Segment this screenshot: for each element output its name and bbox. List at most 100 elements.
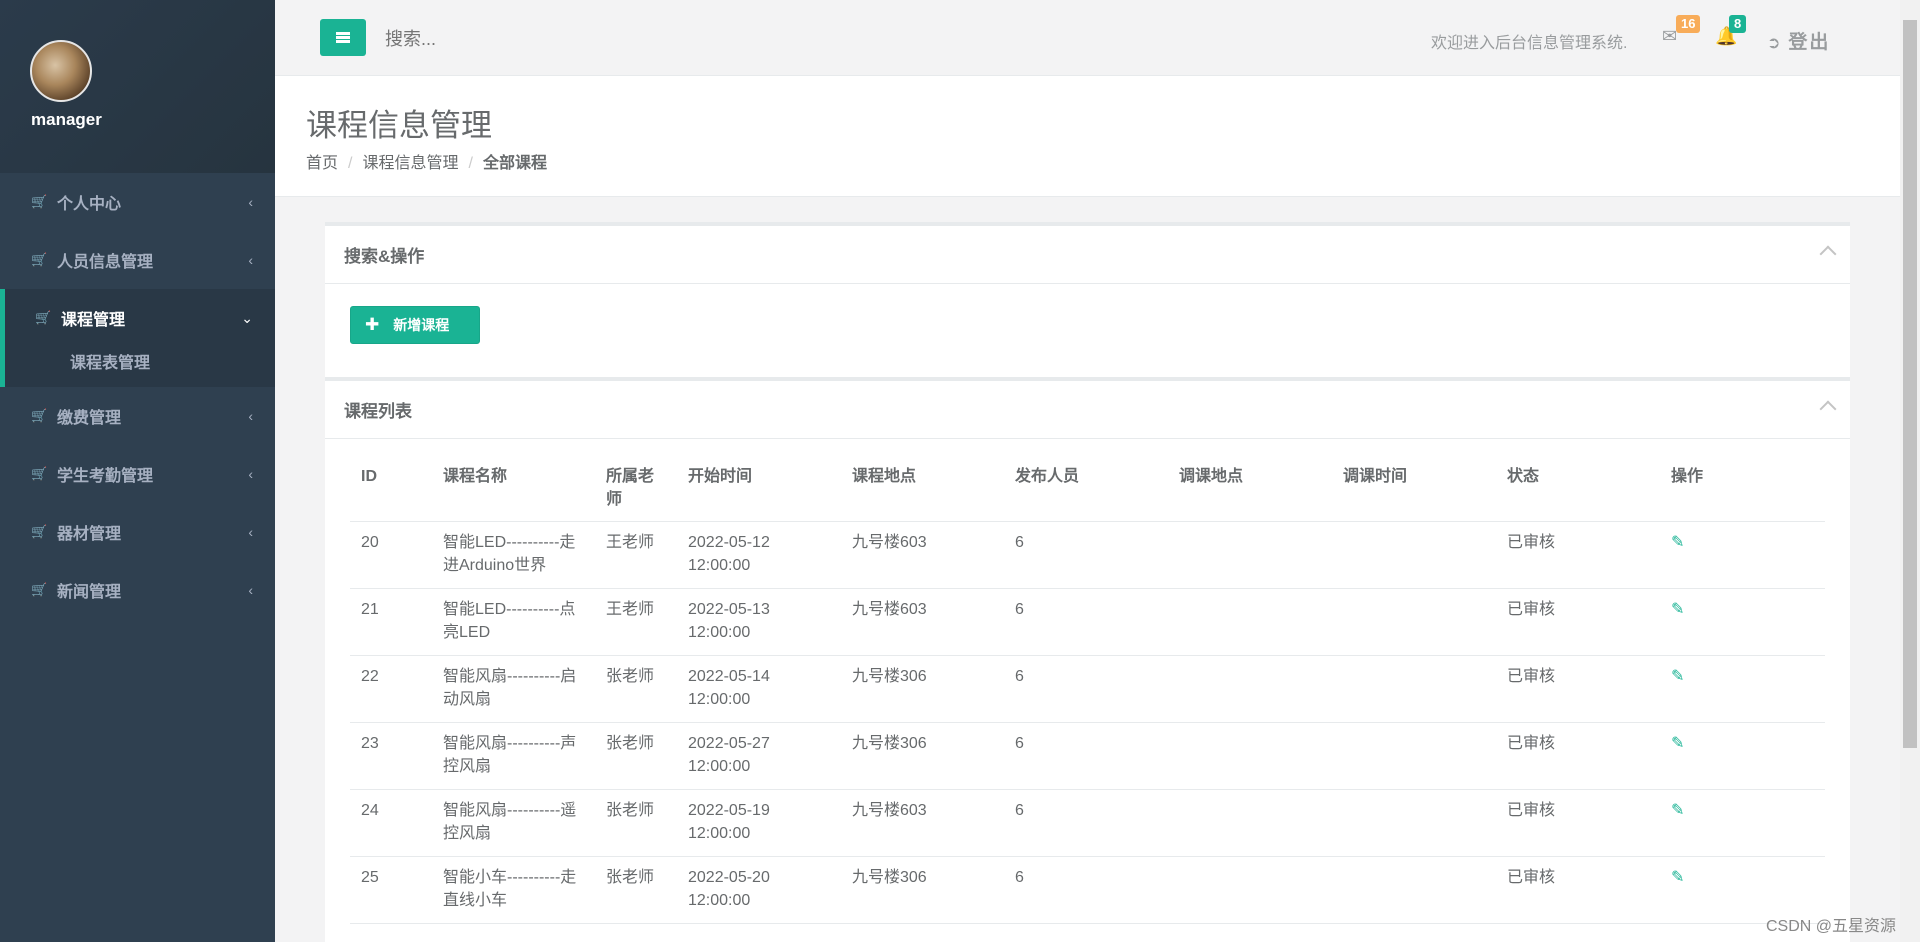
messages-button[interactable]: ✉ 16 xyxy=(1662,15,1701,47)
edit-icon[interactable]: ✎ xyxy=(1671,869,1684,886)
course-list-panel: 课程列表 ID 课程名称 所属老师 开始时间 课程地点 发布人员 调课地点 调课… xyxy=(325,377,1850,942)
sidebar-item-equipment[interactable]: 🛒 器材管理 ‹ xyxy=(0,503,275,561)
cell-new-time xyxy=(1332,521,1496,589)
column-header: 课程地点 xyxy=(841,453,1004,522)
course-list-title: 课程列表 xyxy=(344,402,412,421)
cell-publisher: 6 xyxy=(1004,856,1168,924)
nav-group-attendance: 🛒 学生考勤管理 ‹ xyxy=(0,445,275,503)
cell-start-time: 2022-05-20 12:00:00 xyxy=(677,856,841,924)
cell-id: 25 xyxy=(350,856,432,924)
avatar[interactable] xyxy=(30,40,92,102)
plus-icon: ✚ xyxy=(365,315,380,334)
add-course-button[interactable]: ✚ 新增课程 xyxy=(350,306,480,344)
column-header: 发布人员 xyxy=(1004,453,1168,522)
column-header: 开始时间 xyxy=(677,453,841,522)
sidebar-item-personal-center[interactable]: 🛒 个人中心 ‹ xyxy=(0,173,275,231)
sidebar-item-course[interactable]: 🛒 课程管理 ⌄ xyxy=(5,289,275,347)
cart-icon: 🛒 xyxy=(31,252,48,267)
breadcrumb-home[interactable]: 首页 xyxy=(306,155,338,172)
sidebar-item-news[interactable]: 🛒 新闻管理 ‹ xyxy=(0,561,275,619)
chevron-left-icon: ‹ xyxy=(248,524,253,540)
cell-status: 已审核 xyxy=(1496,521,1660,589)
search-input[interactable] xyxy=(385,22,785,56)
edit-icon[interactable]: ✎ xyxy=(1671,534,1684,551)
page-title: 课程信息管理 xyxy=(306,108,492,143)
sidebar-item-staff[interactable]: 🛒 人员信息管理 ‹ xyxy=(0,231,275,289)
cell-place: 九号楼603 xyxy=(841,588,1004,656)
breadcrumb-course-management[interactable]: 课程信息管理 xyxy=(362,155,458,172)
scrollbar-thumb[interactable] xyxy=(1903,20,1917,748)
table-row: 23 智能风扇----------声控风扇 张老师 2022-05-27 12:… xyxy=(350,722,1825,790)
messages-badge: 16 xyxy=(1676,15,1701,33)
column-header: 状态 xyxy=(1496,453,1660,522)
chevron-up-icon[interactable] xyxy=(1819,245,1837,263)
table-row: 22 智能风扇----------启动风扇 张老师 2022-05-14 12:… xyxy=(350,655,1825,723)
sidebar-item-label: 个人中心 xyxy=(57,196,122,213)
cell-id: 20 xyxy=(350,521,432,589)
page-scrollbar[interactable] xyxy=(1900,0,1920,942)
welcome-text: 欢迎进入后台信息管理系统. xyxy=(1431,35,1628,52)
cell-place: 九号楼306 xyxy=(841,655,1004,723)
course-list-header: 课程列表 xyxy=(325,381,1850,439)
cell-course-name: 智能风扇----------启动风扇 xyxy=(432,655,595,723)
table-row: 24 智能风扇----------遥控风扇 张老师 2022-05-19 12:… xyxy=(350,789,1825,857)
nav-group-equipment: 🛒 器材管理 ‹ xyxy=(0,503,275,561)
cell-status: 已审核 xyxy=(1496,789,1660,857)
edit-icon[interactable]: ✎ xyxy=(1671,735,1684,752)
menu-toggle-button[interactable] xyxy=(320,19,366,56)
sidebar-item-label: 学生考勤管理 xyxy=(57,468,154,485)
cell-course-name: 智能风扇----------声控风扇 xyxy=(432,722,595,790)
cell-teacher: 王老师 xyxy=(595,588,677,656)
edit-icon[interactable]: ✎ xyxy=(1671,668,1684,685)
cell-teacher: 张老师 xyxy=(595,722,677,790)
cell-new-time xyxy=(1332,588,1496,656)
nav-group-fees: 🛒 缴费管理 ‹ xyxy=(0,387,275,445)
cart-icon: 🛒 xyxy=(31,194,48,209)
cell-course-name: 智能风扇----------遥控风扇 xyxy=(432,789,595,857)
cell-status: 已审核 xyxy=(1496,856,1660,924)
envelope-icon: ✉ xyxy=(1662,26,1678,46)
cell-new-time xyxy=(1332,655,1496,723)
logout-button[interactable]: ➲ 登出 xyxy=(1767,27,1830,54)
cell-teacher: 张老师 xyxy=(595,789,677,857)
sidebar-item-attendance[interactable]: 🛒 学生考勤管理 ‹ xyxy=(0,445,275,503)
cell-new-time xyxy=(1332,789,1496,857)
cell-place: 九号楼603 xyxy=(841,789,1004,857)
page-heading: 课程信息管理 首页 / 课程信息管理 / 全部课程 xyxy=(275,76,1900,197)
sidebar-item-label: 缴费管理 xyxy=(57,410,122,427)
notifications-button[interactable]: 🔔 8 xyxy=(1715,15,1747,47)
cell-id: 22 xyxy=(350,655,432,723)
chevron-down-icon: ⌄ xyxy=(241,309,253,326)
cell-new-place xyxy=(1168,655,1332,723)
notifications-badge: 8 xyxy=(1729,15,1747,33)
column-header: 操作 xyxy=(1660,453,1825,522)
cell-course-name: 智能LED----------走进Arduino世界 xyxy=(432,521,595,589)
nav-group-course: 🛒 课程管理 ⌄ 课程表管理 xyxy=(0,289,275,387)
cell-actions: ✎ xyxy=(1660,789,1825,857)
cell-new-place xyxy=(1168,789,1332,857)
breadcrumb-separator: / xyxy=(348,155,353,172)
search-panel-header: 搜索&操作 xyxy=(325,226,1850,284)
nav-group-personal: 🛒 个人中心 ‹ xyxy=(0,173,275,231)
cell-teacher: 张老师 xyxy=(595,655,677,723)
add-course-label: 新增课程 xyxy=(393,317,450,333)
watermark: CSDN @五星资源 xyxy=(1765,918,1896,935)
breadcrumb-current: 全部课程 xyxy=(482,155,547,172)
edit-icon[interactable]: ✎ xyxy=(1671,802,1684,819)
cell-start-time: 2022-05-27 12:00:00 xyxy=(677,722,841,790)
chevron-up-icon[interactable] xyxy=(1819,400,1837,418)
cell-status: 已审核 xyxy=(1496,588,1660,656)
edit-icon[interactable]: ✎ xyxy=(1671,601,1684,618)
chevron-left-icon: ‹ xyxy=(248,466,253,482)
cell-new-time xyxy=(1332,856,1496,924)
sidebar-item-label: 新闻管理 xyxy=(57,584,122,601)
cell-status: 已审核 xyxy=(1496,655,1660,723)
chevron-left-icon: ‹ xyxy=(248,252,253,268)
cell-start-time: 2022-05-14 12:00:00 xyxy=(677,655,841,723)
table-row: 25 智能小车----------走直线小车 张老师 2022-05-20 12… xyxy=(350,856,1825,924)
cart-icon: 🛒 xyxy=(31,408,48,423)
sidebar-subitem-schedule[interactable]: 课程表管理 xyxy=(5,343,275,387)
nav-group-staff: 🛒 人员信息管理 ‹ xyxy=(0,231,275,289)
sidebar-item-fees[interactable]: 🛒 缴费管理 ‹ xyxy=(0,387,275,445)
sign-out-icon: ➲ xyxy=(1767,35,1781,52)
